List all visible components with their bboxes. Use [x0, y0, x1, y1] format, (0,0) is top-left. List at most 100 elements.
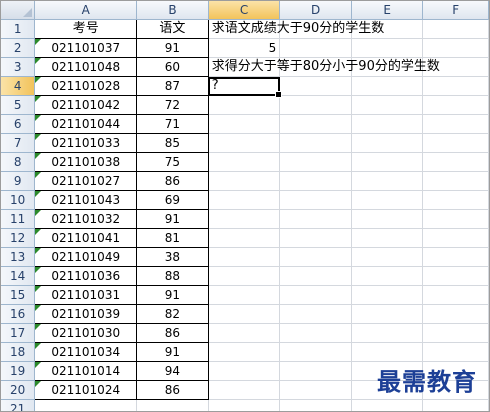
- cell[interactable]: [422, 95, 489, 115]
- id-cell[interactable]: 021101032: [34, 209, 138, 229]
- cell[interactable]: [351, 228, 424, 248]
- score-cell[interactable]: 86: [136, 171, 209, 191]
- cell[interactable]: [351, 190, 424, 210]
- cell[interactable]: [208, 133, 281, 153]
- cell[interactable]: [208, 114, 281, 134]
- cell[interactable]: [422, 209, 489, 229]
- cell[interactable]: [422, 228, 489, 248]
- cell[interactable]: [351, 209, 424, 229]
- cell[interactable]: [208, 380, 281, 400]
- cell[interactable]: [351, 38, 424, 58]
- score-cell[interactable]: 87: [136, 76, 209, 96]
- score-cell[interactable]: 86: [136, 380, 209, 400]
- cell[interactable]: [279, 190, 352, 210]
- cell[interactable]: [279, 247, 352, 267]
- id-cell[interactable]: 021101034: [34, 342, 138, 362]
- score-cell[interactable]: 82: [136, 304, 209, 324]
- cell[interactable]: [208, 342, 281, 362]
- cell[interactable]: [422, 38, 489, 58]
- score-cell[interactable]: 91: [136, 38, 209, 58]
- id-cell[interactable]: 021101036: [34, 266, 138, 286]
- cell[interactable]: [351, 285, 424, 305]
- cell[interactable]: [279, 380, 352, 400]
- select-all-corner[interactable]: [1, 1, 36, 20]
- cell[interactable]: [279, 323, 352, 343]
- cell[interactable]: [422, 114, 489, 134]
- cell[interactable]: [351, 171, 424, 191]
- id-cell[interactable]: 021101049: [34, 247, 138, 267]
- cell[interactable]: [208, 399, 281, 411]
- score-cell[interactable]: 86: [136, 323, 209, 343]
- id-cell[interactable]: 021101041: [34, 228, 138, 248]
- score-cell[interactable]: 75: [136, 152, 209, 172]
- score-cell[interactable]: 91: [136, 342, 209, 362]
- row-header[interactable]: 18: [1, 342, 36, 362]
- row-header[interactable]: 6: [1, 114, 36, 134]
- id-cell[interactable]: 021101030: [34, 323, 138, 343]
- cell[interactable]: [422, 323, 489, 343]
- row-header[interactable]: 2: [1, 38, 36, 58]
- score-cell[interactable]: 72: [136, 95, 209, 115]
- cell[interactable]: [279, 361, 352, 381]
- score-cell[interactable]: 85: [136, 133, 209, 153]
- cell[interactable]: [208, 304, 281, 324]
- id-cell[interactable]: 021101024: [34, 380, 138, 400]
- cell[interactable]: [351, 95, 424, 115]
- row-header[interactable]: 5: [1, 95, 36, 115]
- column-header-a[interactable]: A: [34, 1, 138, 20]
- score-cell[interactable]: 91: [136, 285, 209, 305]
- row-header[interactable]: 9: [1, 171, 36, 191]
- header-cell-id[interactable]: 考号: [34, 19, 138, 39]
- id-cell[interactable]: 021101048: [34, 57, 138, 77]
- cell[interactable]: [279, 399, 352, 411]
- cell[interactable]: [279, 304, 352, 324]
- id-cell[interactable]: 021101027: [34, 171, 138, 191]
- cell[interactable]: [279, 38, 352, 58]
- answer1-cell[interactable]: 5: [208, 38, 281, 58]
- cell[interactable]: [279, 171, 352, 191]
- id-cell[interactable]: 021101042: [34, 95, 138, 115]
- cell[interactable]: [279, 95, 352, 115]
- row-header[interactable]: 21: [1, 399, 36, 411]
- score-cell[interactable]: 81: [136, 228, 209, 248]
- question2-cell[interactable]: 求得分大于等于80分小于90分的学生数: [208, 57, 440, 77]
- id-cell[interactable]: 021101043: [34, 190, 138, 210]
- cell[interactable]: [279, 228, 352, 248]
- id-cell[interactable]: 021101038: [34, 152, 138, 172]
- score-cell[interactable]: 69: [136, 190, 209, 210]
- cell[interactable]: [279, 76, 352, 96]
- cell[interactable]: [351, 266, 424, 286]
- cell[interactable]: [208, 95, 281, 115]
- question1-cell[interactable]: 求语文成绩大于90分的学生数: [208, 19, 384, 39]
- row-header[interactable]: 7: [1, 133, 36, 153]
- score-cell[interactable]: 71: [136, 114, 209, 134]
- cell[interactable]: [422, 152, 489, 172]
- cell[interactable]: [422, 285, 489, 305]
- id-cell[interactable]: 021101033: [34, 133, 138, 153]
- cell[interactable]: [351, 133, 424, 153]
- id-cell[interactable]: 021101037: [34, 38, 138, 58]
- id-cell[interactable]: 021101039: [34, 304, 138, 324]
- score-cell[interactable]: 88: [136, 266, 209, 286]
- row-header[interactable]: 13: [1, 247, 36, 267]
- row-header[interactable]: 11: [1, 209, 36, 229]
- cell[interactable]: [279, 114, 352, 134]
- cell[interactable]: [136, 399, 209, 411]
- id-cell[interactable]: 021101028: [34, 76, 138, 96]
- cell[interactable]: [279, 133, 352, 153]
- cell[interactable]: [208, 247, 281, 267]
- column-header-c[interactable]: C: [208, 1, 281, 20]
- cell[interactable]: [208, 209, 281, 229]
- cell[interactable]: [279, 266, 352, 286]
- cell[interactable]: [351, 323, 424, 343]
- cell[interactable]: [208, 152, 281, 172]
- score-cell[interactable]: 38: [136, 247, 209, 267]
- cell[interactable]: [422, 266, 489, 286]
- cell[interactable]: [208, 171, 281, 191]
- cell[interactable]: [422, 133, 489, 153]
- cell[interactable]: [208, 285, 281, 305]
- cell[interactable]: [422, 304, 489, 324]
- row-header[interactable]: 14: [1, 266, 36, 286]
- cell[interactable]: [422, 399, 489, 411]
- cell[interactable]: [279, 152, 352, 172]
